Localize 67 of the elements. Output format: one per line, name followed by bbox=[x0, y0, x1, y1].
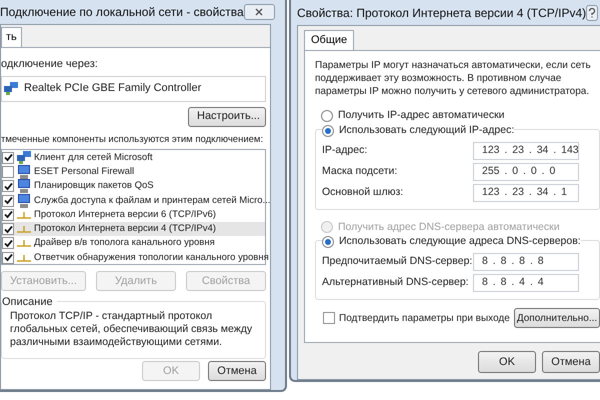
field-label: Маска подсети: bbox=[322, 164, 398, 179]
computer-icon bbox=[17, 194, 31, 208]
ip-address-field[interactable]: 8 . 8 . 8 . 8 bbox=[473, 253, 579, 271]
field-label: Основной шлюз: bbox=[322, 184, 404, 200]
checkbox[interactable] bbox=[323, 312, 335, 324]
component-label: ESET Personal Firewall bbox=[34, 165, 134, 179]
checkbox[interactable] bbox=[2, 194, 14, 207]
tab[interactable]: Общие bbox=[304, 30, 354, 50]
field-label: Предпочитаемый DNS-сервер: bbox=[322, 254, 472, 270]
help-icon bbox=[588, 8, 596, 18]
ip-address-field[interactable]: 8 . 8 . 4 . 4 bbox=[473, 274, 579, 292]
network-protocol-icon bbox=[17, 254, 31, 262]
window-title: Подключение по локальной сети - свойства bbox=[0, 4, 244, 21]
radio-label: Использовать следующий IP-адрес: bbox=[339, 122, 514, 138]
dialog-button[interactable]: Отмена bbox=[208, 361, 266, 381]
component-label: Драйвер в/в тополога канального уровня bbox=[34, 236, 215, 250]
ip-address-field[interactable]: 123 . 23 . 34 . 1 bbox=[473, 184, 579, 202]
configure-button[interactable]: Настроить... bbox=[188, 106, 266, 126]
close-icon bbox=[255, 8, 264, 16]
radio-button[interactable] bbox=[322, 236, 334, 248]
component-item[interactable]: Протокол Интернета версии 4 (TCP/IPv4) bbox=[2, 222, 265, 236]
checkbox[interactable] bbox=[2, 252, 14, 264]
component-label: Клиент для сетей Microsoft bbox=[34, 150, 152, 165]
checkbox-label: Подтвердить параметры при выходе bbox=[339, 312, 510, 326]
component-label: Протокол Интернета версии 4 (TCP/IPv4) bbox=[34, 222, 216, 236]
radio-button[interactable] bbox=[321, 110, 333, 122]
component-item[interactable]: Драйвер в/в тополога канального уровня bbox=[2, 236, 265, 250]
radio-label: Использовать следующие адреса DNS-серверов: bbox=[339, 234, 581, 250]
network-protocol-icon bbox=[17, 239, 31, 248]
intro-text: Параметры IP могут назначаться автоматически, если сеть поддерживает эту возможность. В противном случае параметры IP можно получить у сетевого администратора. bbox=[315, 59, 592, 98]
tab[interactable]: ть bbox=[1, 27, 22, 47]
dialog-button[interactable]: Отмена bbox=[542, 351, 600, 373]
description-text: Протокол TCP/IP - стандартный протокол глобальных сетей, обеспечивающий связь между различными взаимодействующими сетями. bbox=[10, 310, 254, 349]
radio-button[interactable] bbox=[322, 124, 334, 137]
network-protocol-icon bbox=[17, 225, 31, 234]
close-button[interactable] bbox=[244, 4, 275, 20]
field-label: Альтернативный DNS-сервер: bbox=[322, 275, 469, 290]
computer-icon bbox=[17, 179, 31, 194]
adapter-name: Realtek PCIe GBE Family Controller bbox=[24, 81, 202, 96]
checkbox[interactable] bbox=[2, 166, 14, 178]
network-protocol-icon bbox=[17, 210, 31, 219]
radio-label: Получить адрес DNS-сервера автоматически bbox=[338, 220, 560, 234]
ip-address-field[interactable]: 255 . 0 . 0 . 0 bbox=[473, 162, 579, 180]
ip-address-field[interactable]: 123 . 23 . 34 . 143 bbox=[473, 142, 579, 160]
computer-icon bbox=[17, 165, 31, 180]
network-computers-icon bbox=[17, 151, 31, 164]
component-label: Протокол Интернета версии 6 (TCP/IPv6) bbox=[34, 208, 216, 222]
field-label: одключение через: bbox=[1, 57, 99, 72]
field-label: тмеченные компоненты используются этим подключением: bbox=[1, 132, 264, 146]
window-title: Свойства: Протокол Интернета версии 4 (TCP/IPv4) bbox=[297, 4, 586, 22]
checkbox[interactable] bbox=[2, 180, 14, 192]
checkbox[interactable] bbox=[2, 223, 14, 236]
component-item[interactable]: Клиент для сетей Microsoft bbox=[2, 150, 265, 165]
component-item[interactable]: ESET Personal Firewall bbox=[2, 165, 265, 180]
checkbox[interactable] bbox=[2, 152, 14, 164]
component-item[interactable]: Планировщик пакетов QoS bbox=[2, 179, 265, 194]
field-label: IP-адрес: bbox=[322, 142, 368, 158]
component-label: Ответчик обнаружения топологии канального уровня bbox=[34, 250, 269, 264]
radio-label: Получить IP-адрес автоматически bbox=[338, 108, 505, 123]
component-label: Планировщик пакетов QoS bbox=[34, 179, 154, 194]
advanced-button[interactable]: Дополнительно... bbox=[514, 308, 600, 328]
dialog-button[interactable]: OK bbox=[478, 351, 536, 373]
network-computers-icon bbox=[4, 82, 18, 95]
checkbox[interactable] bbox=[2, 237, 14, 250]
help-button[interactable] bbox=[586, 4, 598, 20]
checkbox[interactable] bbox=[2, 208, 14, 221]
component-item[interactable]: Протокол Интернета версии 6 (TCP/IPv6) bbox=[2, 208, 265, 222]
